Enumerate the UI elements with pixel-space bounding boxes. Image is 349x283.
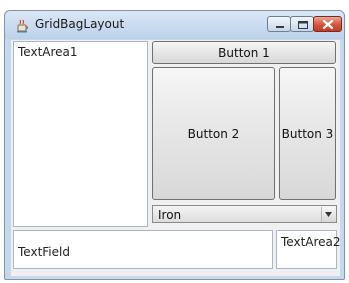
button-3[interactable]: Button 3 — [279, 67, 336, 200]
button-1-label: Button 1 — [218, 45, 270, 60]
textarea-2[interactable]: TextArea2 — [276, 230, 341, 269]
button-1[interactable]: Button 1 — [152, 41, 336, 64]
text-field-value: TextField — [18, 245, 70, 259]
maximize-icon — [298, 21, 308, 29]
button-2[interactable]: Button 2 — [152, 67, 275, 200]
button-2-label: Button 2 — [187, 126, 240, 141]
textarea-2-text: TextArea2 — [281, 235, 341, 249]
combo-selected-value: Iron — [158, 208, 182, 222]
window-title: GridBagLayout — [35, 17, 125, 31]
title-bar[interactable]: GridBagLayout — [5, 11, 344, 39]
material-combo-box[interactable]: Iron — [152, 205, 337, 223]
close-button[interactable] — [313, 16, 342, 32]
java-cup-icon — [16, 18, 30, 33]
combo-dropdown-button[interactable] — [321, 207, 335, 222]
textarea-1[interactable]: TextArea1 — [13, 41, 148, 227]
maximize-button[interactable] — [290, 16, 314, 32]
content-panel: TextArea1 Button 1 Button 2 Button 3 Iro… — [11, 40, 341, 276]
text-field[interactable]: TextField — [13, 230, 273, 269]
button-3-label: Button 3 — [281, 126, 334, 141]
chevron-down-icon — [325, 212, 332, 217]
minimize-button[interactable] — [267, 16, 291, 32]
close-icon — [322, 19, 334, 30]
app-window: GridBagLayout TextArea1 Button 1 Button — [4, 10, 345, 280]
minimize-icon — [276, 26, 284, 28]
textarea-1-text: TextArea1 — [18, 45, 78, 59]
